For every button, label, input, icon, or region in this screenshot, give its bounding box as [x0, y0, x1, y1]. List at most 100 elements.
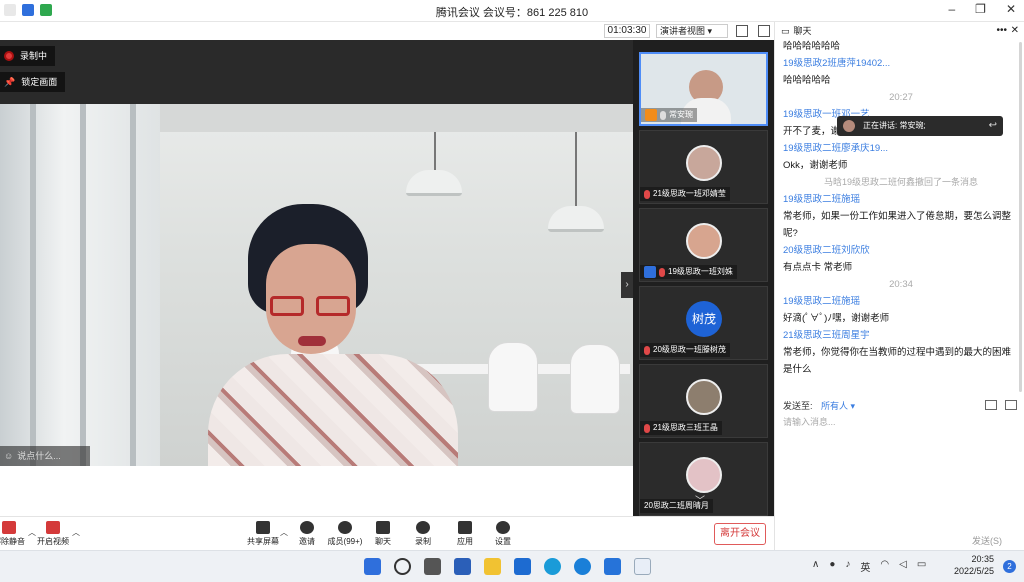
- tencent-meeting-icon[interactable]: [604, 558, 621, 575]
- mic-muted-icon: [644, 345, 650, 355]
- chat-system-notice: 马晗19级思政二班何鑫撤回了一条消息: [823, 177, 978, 187]
- chat-message: 好滴(ﾟ∀ﾟ)ﾉ嘿，谢谢老师: [783, 313, 890, 324]
- volume-icon[interactable]: ◁: [899, 559, 907, 574]
- send-to-select[interactable]: 所有人 ▾: [821, 401, 855, 411]
- gear-icon: [496, 521, 510, 534]
- send-to-label: 发送至:: [783, 401, 813, 411]
- clock-time: 20:35: [971, 554, 994, 564]
- recording-indicator[interactable]: 录制中: [0, 46, 56, 66]
- mic-muted-icon: [644, 423, 650, 433]
- participant-name: 21级思政一班邓婧莹: [653, 189, 726, 198]
- chat-message: Okk，谢谢老师: [783, 160, 848, 171]
- chat-sender-name[interactable]: 19级思政2班唐萍19402...: [783, 55, 1019, 72]
- fullscreen-icon[interactable]: [736, 25, 748, 37]
- recording-label: 录制中: [20, 51, 48, 61]
- chat-scrollbar[interactable]: [1019, 42, 1022, 392]
- sidebar-toggle-icon[interactable]: [758, 25, 770, 37]
- settings-button[interactable]: 设置: [480, 519, 526, 549]
- participant-name: 20级思政一班滕树茂: [653, 345, 726, 354]
- participant-name: 常安琬: [669, 110, 693, 119]
- cohost-icon: [644, 266, 656, 278]
- record-dot-icon: [4, 51, 14, 61]
- send-to-row: 发送至: 所有人 ▾: [783, 398, 1019, 414]
- video-top-toolbar: 01:03:30 演讲者视图 ▾: [0, 22, 774, 40]
- ime-indicator[interactable]: 英: [860, 559, 870, 574]
- participant-tile[interactable]: 21级思政三班王晶: [639, 364, 768, 438]
- chat-message: 哈哈哈哈哈: [783, 75, 831, 86]
- chat-message: 有点点卡 常老师: [783, 262, 853, 273]
- active-app-icon[interactable]: [634, 558, 651, 575]
- send-button[interactable]: 发送(S): [972, 534, 1002, 547]
- windows-start-icon[interactable]: [364, 558, 381, 575]
- chat-sender-name[interactable]: 19级思政二班廖承庆19...: [783, 140, 1019, 157]
- task-view-icon[interactable]: [424, 558, 441, 575]
- speaker-video-frame: [0, 104, 633, 466]
- clock[interactable]: 20:35 2022/5/25: [954, 553, 994, 577]
- speaking-label: 正在讲话: 常安琬;: [863, 121, 926, 130]
- chat-sender-name[interactable]: 21级思政三班周星宇: [783, 327, 1019, 344]
- edge-icon[interactable]: [574, 558, 591, 575]
- minimize-icon[interactable]: –: [948, 2, 955, 16]
- participant-tile[interactable]: 19级思政一班刘姝: [639, 208, 768, 282]
- chat-timestamp: 20:27: [889, 92, 913, 103]
- strip-collapse-icon[interactable]: ›: [621, 272, 633, 298]
- screenshot-icon[interactable]: [1005, 400, 1017, 410]
- mic-muted-icon: [2, 521, 16, 534]
- chat-message-list[interactable]: 哈哈哈哈哈哈 19级思政2班唐萍19402... 哈哈哈哈哈 20:27 19级思政一班…: [783, 38, 1019, 396]
- participant-tile[interactable]: 树茂 20级思政一班滕树茂: [639, 286, 768, 360]
- folder-icon[interactable]: [985, 400, 997, 410]
- mic-icon: [660, 110, 666, 120]
- strip-scroll-down-icon[interactable]: ﹀: [695, 492, 705, 507]
- video-options-icon[interactable]: ︿: [72, 527, 80, 538]
- chat-message: 哈哈哈哈哈哈: [783, 41, 841, 52]
- maximize-icon[interactable]: ❐: [975, 2, 986, 16]
- leave-meeting-button[interactable]: 离开会议: [714, 523, 766, 545]
- chat-message: 常老师，如果一份工作如果进入了倦怠期，要怎么调整呢?: [783, 211, 1012, 239]
- say-something-input[interactable]: ☺ 说点什么...: [0, 446, 90, 466]
- members-icon: [338, 521, 352, 534]
- chat-input[interactable]: 请输入消息...: [783, 415, 1013, 429]
- participant-avatar: [686, 223, 722, 259]
- qq-icon[interactable]: ●: [829, 559, 835, 574]
- share-screen-icon: [256, 521, 270, 534]
- speaker-video[interactable]: 录制中 📌 锁定画面 ☺ 说点什么...: [0, 40, 633, 466]
- view-mode-select[interactable]: 演讲者视图 ▾: [656, 24, 728, 38]
- participant-avatar: [686, 457, 722, 493]
- participant-avatar: 树茂: [686, 301, 722, 337]
- chat-sender-name[interactable]: 20级思政二班刘欣欣: [783, 242, 1019, 259]
- close-icon[interactable]: ✕: [1006, 2, 1016, 16]
- meeting-toolbar: 解除静音 ︿ 开启视频 ︿ 共享屏幕 ︿ 邀请 成员(99+) 聊天 录制 应用…: [0, 516, 774, 550]
- start-video-button[interactable]: 开启视频: [30, 519, 76, 549]
- chat-timestamp: 20:34: [889, 279, 913, 290]
- battery-icon[interactable]: ▭: [917, 559, 926, 574]
- pin-view-label: 锁定画面: [21, 77, 58, 87]
- chat-panel: ▭ 聊天 ••• ✕ 哈哈哈哈哈哈 19级思政2班唐萍19402... 哈哈哈哈哈 2…: [774, 22, 1024, 550]
- pin-icon: 📌: [4, 77, 16, 87]
- file-explorer-icon[interactable]: [484, 558, 501, 575]
- smile-icon: ☺: [4, 451, 14, 461]
- record-button[interactable]: 录制: [400, 519, 446, 549]
- participant-strip: › ︿ 常安琬 21级思政一班邓婧莹 19级思政一班刘姝 树茂 20级思政一班滕…: [621, 40, 774, 516]
- browser-icon[interactable]: [544, 558, 561, 575]
- chat-sender-name[interactable]: 19级思政二班施瑶: [783, 191, 1019, 208]
- mail-icon[interactable]: [514, 558, 531, 575]
- window-controls: – ❐ ✕: [948, 2, 1016, 16]
- participant-avatar: [686, 145, 722, 181]
- participant-tile[interactable]: 常安琬: [639, 52, 768, 126]
- taskbar: ∧ ● ♪ 英 ◠ ◁ ▭ 20:35 2022/5/25 2: [0, 550, 1024, 582]
- window-title: 腾讯会议 会议号：861 225 810: [435, 7, 589, 19]
- participant-tile[interactable]: 21级思政一班邓婧莹: [639, 130, 768, 204]
- system-tray: ∧ ● ♪ 英 ◠ ◁ ▭: [812, 559, 926, 574]
- reply-icon[interactable]: ↩: [989, 116, 997, 136]
- camera-off-icon: [46, 521, 60, 534]
- microphone-icon[interactable]: ♪: [845, 559, 850, 574]
- search-icon[interactable]: [394, 558, 411, 575]
- pin-view-button[interactable]: 📌 锁定画面: [0, 72, 66, 92]
- notification-badge[interactable]: 2: [1003, 560, 1016, 573]
- chat-sender-name[interactable]: 19级思政二班施瑶: [783, 293, 1019, 310]
- wifi-icon[interactable]: ◠: [880, 559, 889, 574]
- host-icon: [645, 109, 657, 121]
- chat-icon: [376, 521, 390, 534]
- chevron-up-icon[interactable]: ∧: [812, 559, 819, 574]
- app-icon[interactable]: [454, 558, 471, 575]
